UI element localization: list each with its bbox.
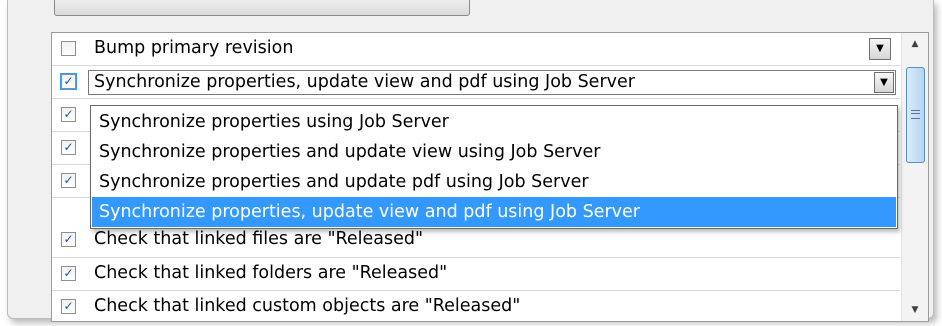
vertical-scrollbar[interactable]: ▲ ▼: [901, 33, 928, 321]
dropdown-option[interactable]: Synchronize properties and update pdf us…: [92, 167, 896, 197]
sync-option-combobox[interactable]: Synchronize properties, update view and …: [88, 70, 896, 95]
row-label: Check that linked files are "Released": [94, 229, 424, 249]
row-label: Check that linked custom objects are "Re…: [94, 296, 521, 316]
list-item-bump-primary-revision[interactable]: Bump primary revision ▼: [52, 33, 900, 66]
row-label: Check that linked folders are "Released": [94, 263, 448, 283]
sync-option-dropdown-list: Synchronize properties using Job Server …: [90, 105, 898, 229]
row-label: Bump primary revision: [94, 38, 294, 58]
scroll-down-icon[interactable]: ▼: [902, 299, 928, 321]
scroll-thumb[interactable]: [906, 67, 925, 163]
top-button[interactable]: [54, 0, 470, 16]
dropdown-option[interactable]: Synchronize properties and update view u…: [92, 137, 896, 167]
checkbox[interactable]: [61, 41, 76, 56]
checkbox-checked[interactable]: ✓: [60, 73, 77, 90]
checkbox-checked[interactable]: ✓: [61, 173, 76, 188]
settings-panel: Bump primary revision ▼ ✓ Synchronize pr…: [7, 0, 934, 322]
list-item-synchronize[interactable]: ✓ Synchronize properties, update view an…: [52, 66, 900, 99]
chevron-down-icon[interactable]: ▼: [869, 38, 891, 60]
checkbox-checked[interactable]: ✓: [61, 266, 76, 281]
combo-selected-value: Synchronize properties, update view and …: [94, 72, 635, 92]
checkbox-checked[interactable]: ✓: [61, 140, 76, 155]
chevron-down-icon[interactable]: ▼: [874, 72, 894, 93]
dropdown-option[interactable]: Synchronize properties using Job Server: [92, 107, 896, 137]
checkbox-checked[interactable]: ✓: [61, 107, 76, 122]
dropdown-option-selected[interactable]: Synchronize properties, update view and …: [92, 197, 896, 227]
list-item-linked-custom-objects[interactable]: ✓ Check that linked custom objects are "…: [52, 291, 900, 321]
grip-icon: [911, 110, 920, 119]
scroll-up-icon[interactable]: ▲: [902, 33, 928, 55]
list-item-linked-files[interactable]: ✓ Check that linked files are "Released": [52, 225, 900, 258]
checkbox-checked[interactable]: ✓: [61, 299, 76, 314]
list-item-linked-folders[interactable]: ✓ Check that linked folders are "Release…: [52, 258, 900, 291]
checkbox-checked[interactable]: ✓: [61, 232, 76, 247]
